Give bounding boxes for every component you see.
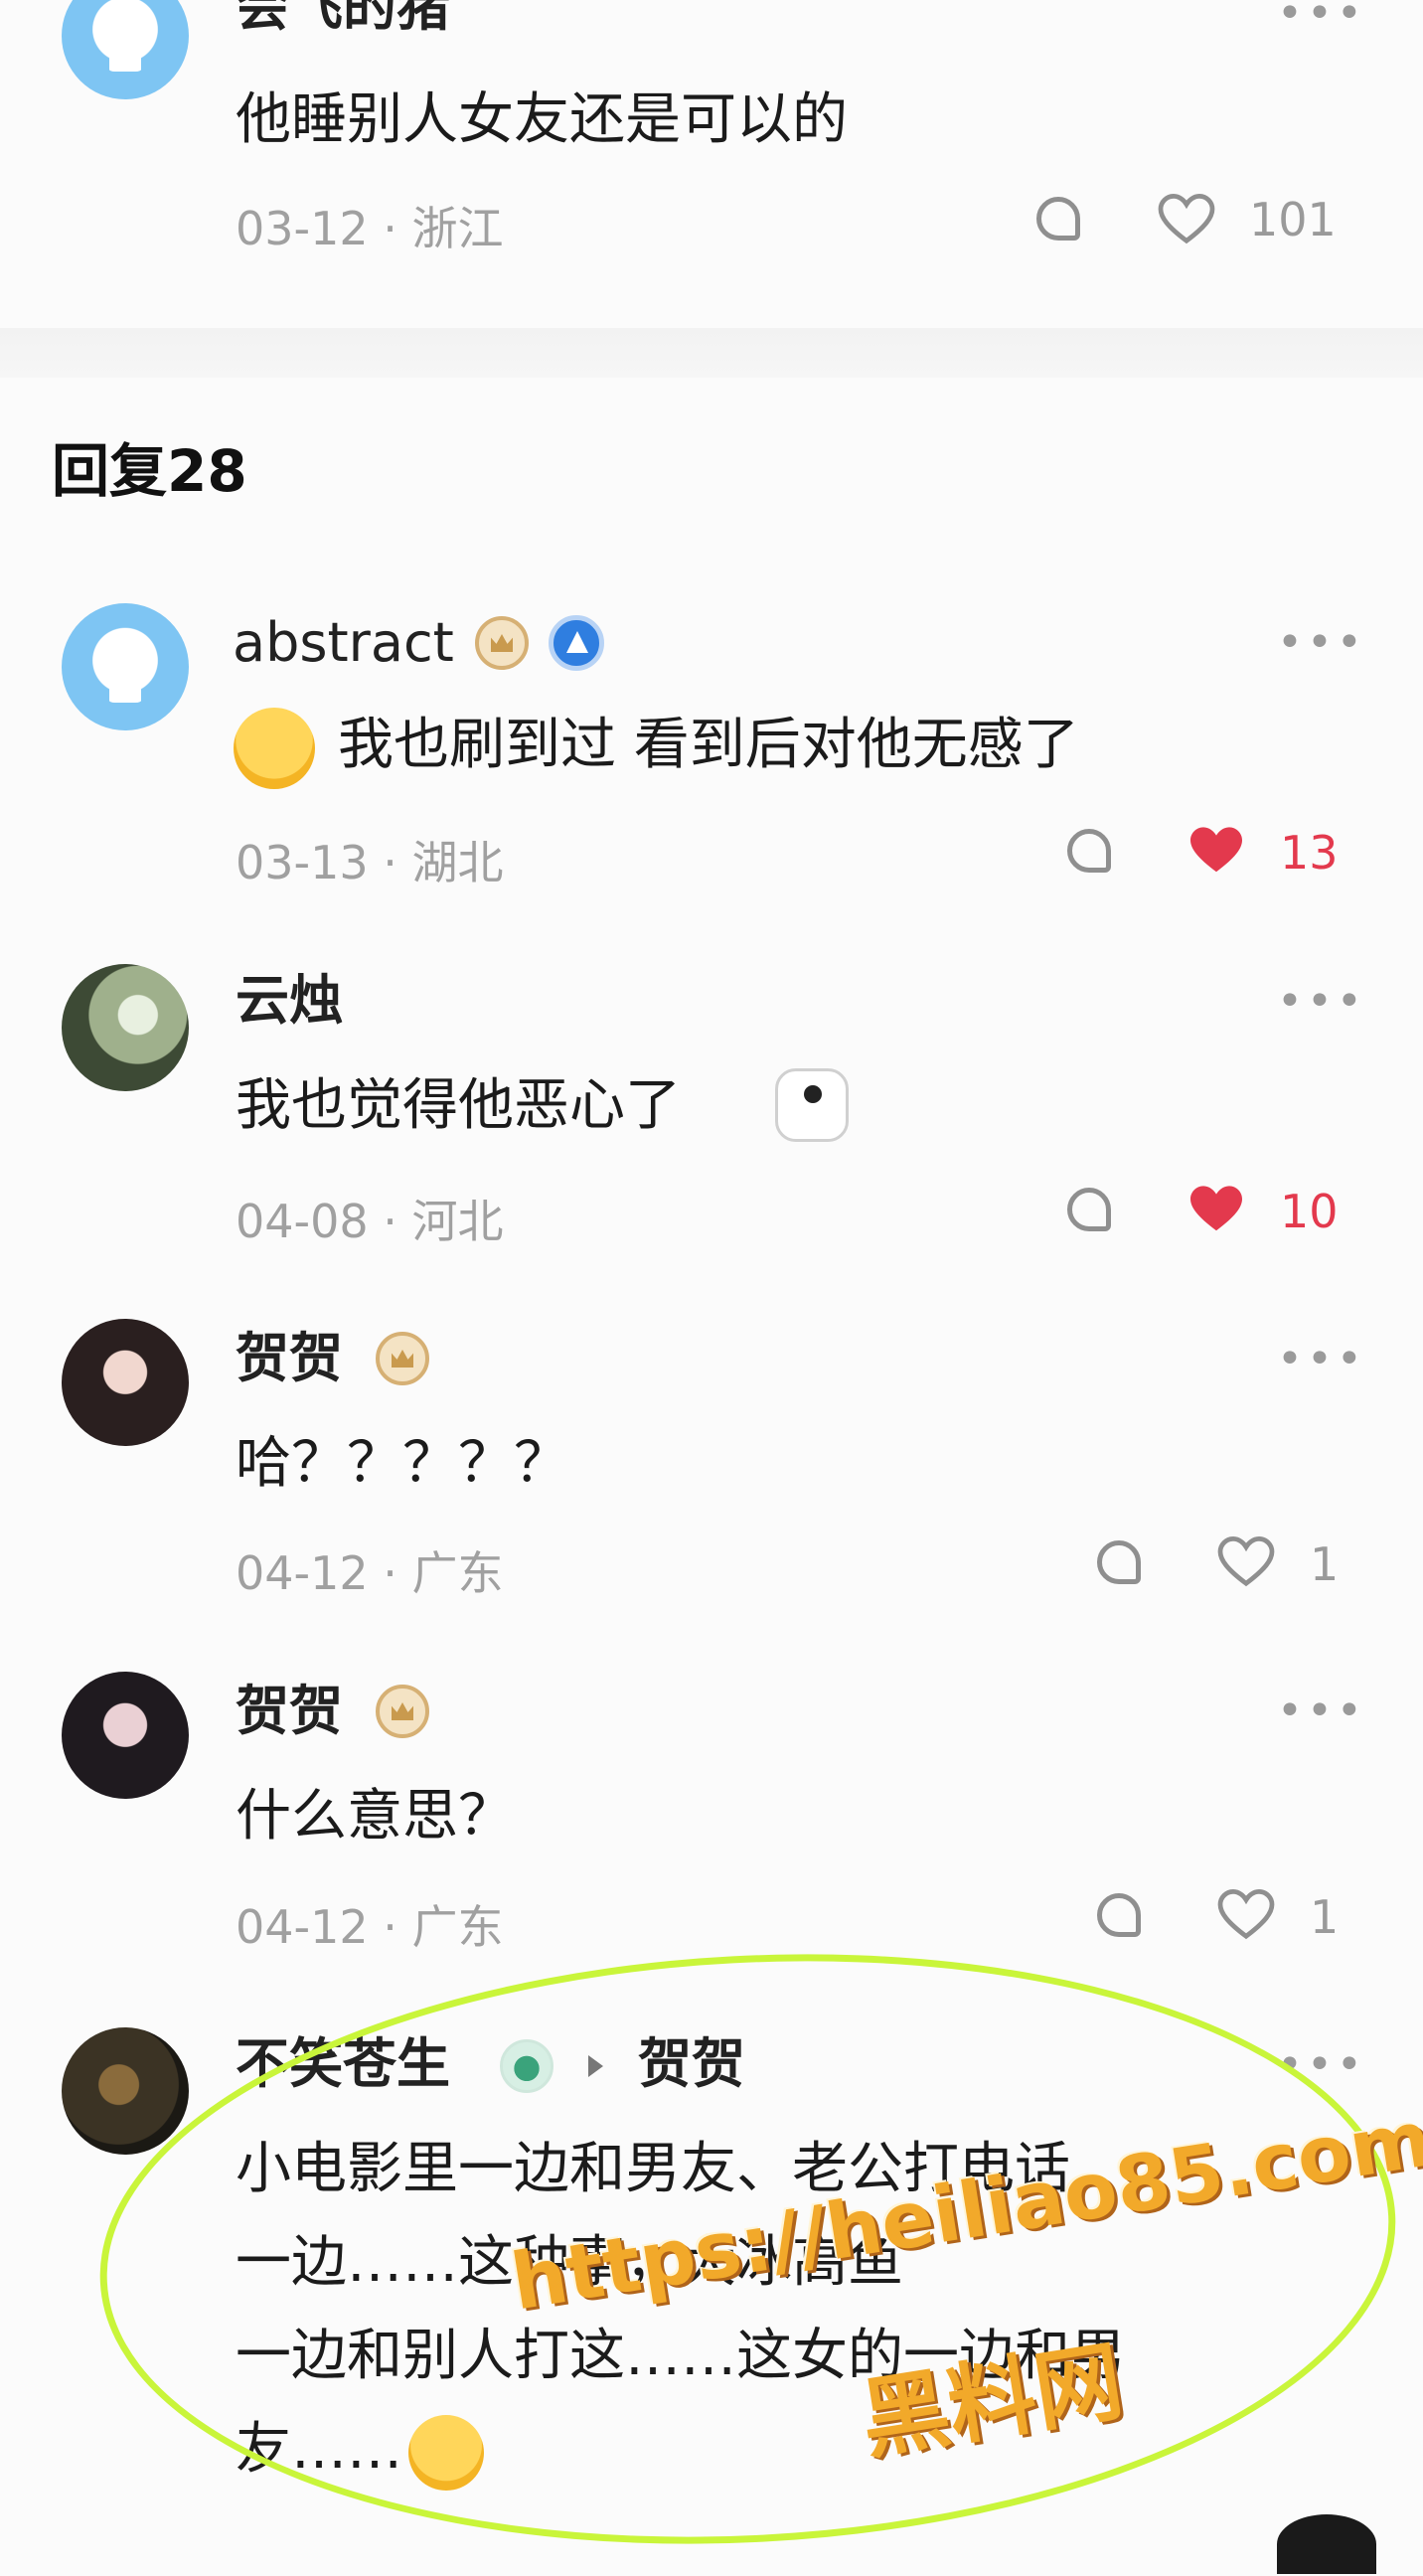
comment-text: 我也刷到过 看到后对他无感了 [338,713,1079,777]
crown-badge-icon [376,1332,429,1385]
comment-text: 我也觉得他恶心了 [236,1073,681,1138]
avatar[interactable] [62,1672,189,1799]
heart-icon[interactable] [1217,1889,1275,1941]
comment-bubble-icon[interactable] [1067,1188,1111,1231]
blue-triangle-badge-icon [549,615,604,671]
more-dots-icon[interactable]: ••• [1277,1338,1366,1381]
avatar[interactable] [62,2027,189,2155]
avatar[interactable] [62,1319,189,1446]
heart-icon[interactable] [1217,1536,1275,1588]
more-dots-icon[interactable]: ••• [1277,1690,1366,1733]
username[interactable]: 云烛 [236,974,343,1028]
comment-bubble-icon[interactable] [1067,829,1111,873]
comment-bubble-icon[interactable] [1036,197,1080,241]
like-count: 1 [1310,1890,1340,1944]
username[interactable]: abstract [233,616,454,670]
comment-meta: 04-12 · 广东 [236,1900,504,1954]
username[interactable]: 贺贺 [236,1685,343,1738]
like-count: 13 [1280,826,1339,880]
comment-text: 哈？？？？？ [236,1431,569,1496]
comment-meta: 03-12 · 浙江 [236,202,504,255]
avatar[interactable] [62,603,189,730]
username[interactable]: 贺贺 [236,1332,343,1385]
comment-text: 什么意思？ [236,1784,514,1849]
heart-icon[interactable] [1187,825,1245,877]
like-count: 101 [1249,193,1337,246]
section-divider [0,328,1423,378]
heart-icon[interactable] [1187,1184,1245,1235]
heart-icon[interactable] [1158,194,1215,245]
comment-meta: 04-12 · 广东 [236,1546,504,1600]
like-count: 1 [1310,1537,1340,1591]
comment-text: 他睡别人女友还是可以的 [236,87,848,152]
more-dots-icon[interactable]: ••• [1277,621,1366,665]
comment-meta: 03-13 · 湖北 [236,836,504,889]
more-dots-icon[interactable]: ••• [1277,980,1366,1024]
laughing-crying-emoji-icon [234,708,315,789]
replies-header: 回复28 [52,437,247,505]
more-dots-icon[interactable]: ••• [1277,0,1366,36]
username[interactable]: 会飞的猪 [236,0,450,34]
like-count: 10 [1280,1185,1339,1238]
cat-emoji-icon [775,1068,849,1142]
avatar[interactable] [62,0,189,99]
floating-button-peek[interactable] [1277,2514,1376,2574]
crown-badge-icon [376,1685,429,1738]
comment-meta: 04-08 · 河北 [236,1195,504,1248]
crown-badge-icon [475,616,529,670]
comment-bubble-icon[interactable] [1097,1893,1141,1937]
avatar[interactable] [62,964,189,1091]
comment-bubble-icon[interactable] [1097,1540,1141,1584]
